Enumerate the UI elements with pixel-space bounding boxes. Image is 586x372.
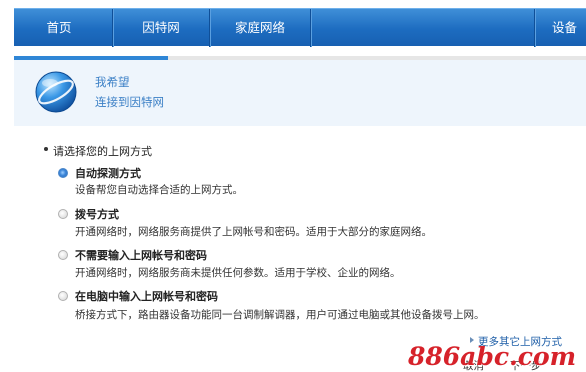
wizard-header [14,60,586,126]
option-title-pc-dialup[interactable]: 在电脑中输入上网帐号和密码 [75,288,218,304]
option-title-no-credentials[interactable]: 不需要输入上网帐号和密码 [75,247,207,263]
top-nav-bar: 首页 因特网 家庭网络 设备 [14,8,586,47]
bullet-icon [44,147,48,151]
connection-type-prompt: 请选择您的上网方式 [53,145,152,158]
option-desc-no-credentials: 开通网络时，网络服务商未提供任何参数。适用于学校、企业的网络。 [75,267,401,279]
header-line-1: 我希望 [95,75,130,89]
option-desc-dialup: 开通网络时，网络服务商提供了上网帐号和密码。适用于大部分的家庭网络。 [75,226,432,238]
nav-item-internet[interactable]: 因特网 [113,9,209,47]
nav-separator [310,9,311,47]
globe-icon [35,71,77,113]
nav-item-device[interactable]: 设备 [552,9,586,47]
radio-no-credentials[interactable] [58,250,68,260]
site-watermark: 886abc.com [408,342,577,371]
header-line-2: 连接到因特网 [95,95,164,109]
radio-auto-detect[interactable] [58,168,68,178]
nav-separator [534,9,535,47]
option-desc-auto-detect: 设备帮您自动选择合适的上网方式。 [75,184,243,196]
radio-pc-dialup[interactable] [58,291,68,301]
option-title-dialup[interactable]: 拨号方式 [75,206,119,222]
option-desc-pc-dialup: 桥接方式下，路由器设备功能同一台调制解调器，用户可通过电脑或其他设备拨号上网。 [75,309,485,321]
nav-item-home-network[interactable]: 家庭网络 [210,9,310,47]
nav-item-home[interactable]: 首页 [14,9,104,47]
radio-dialup[interactable] [58,209,68,219]
option-title-auto-detect[interactable]: 自动探测方式 [75,165,141,181]
